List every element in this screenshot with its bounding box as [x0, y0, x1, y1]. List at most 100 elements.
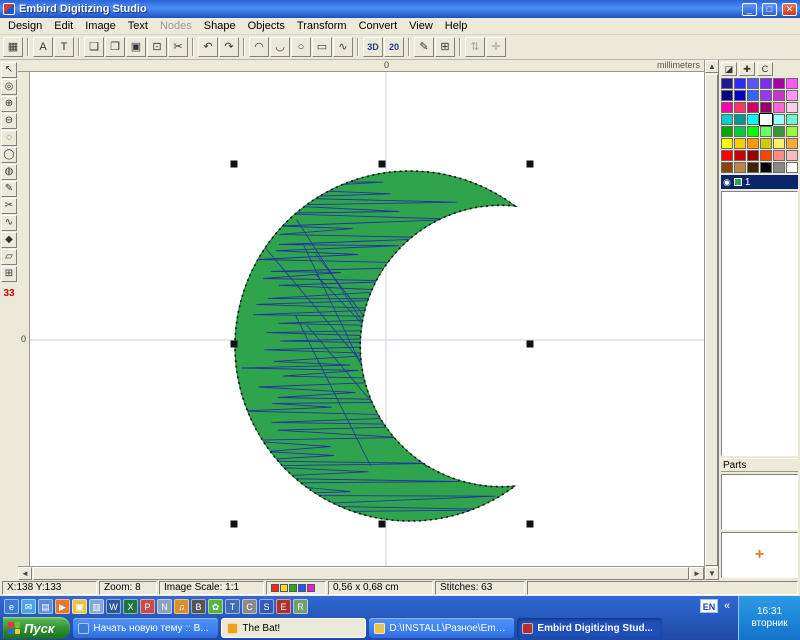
palette-color-5[interactable]: [786, 78, 798, 89]
lasso-tool[interactable]: ◌: [1, 130, 17, 146]
palette-color-26[interactable]: [747, 126, 759, 137]
palette-color-17[interactable]: [786, 102, 798, 113]
knife-tool[interactable]: ✂: [1, 198, 17, 214]
palette-color-28[interactable]: [773, 126, 785, 137]
palette-color-25[interactable]: [734, 126, 746, 137]
view-3d-button[interactable]: 3D: [363, 37, 383, 57]
task-button[interactable]: D:\INSTALL\Разное\Embird: [369, 618, 514, 638]
selection-handle[interactable]: [379, 161, 386, 168]
outlook-express-icon[interactable]: ✉: [21, 599, 36, 614]
palette-color-16[interactable]: [773, 102, 785, 113]
palette-color-22[interactable]: [773, 114, 785, 125]
color-catalog-button[interactable]: C: [757, 62, 773, 76]
stitch-view-button[interactable]: 20: [384, 37, 404, 57]
arc-up-button[interactable]: ◠: [249, 37, 269, 57]
selection-handle[interactable]: [231, 341, 238, 348]
palette-color-33[interactable]: [760, 138, 772, 149]
scroll-right-button[interactable]: ►: [690, 567, 704, 580]
palette-color-29[interactable]: [786, 126, 798, 137]
palette-color-36[interactable]: [721, 150, 733, 161]
palette-color-4[interactable]: [773, 78, 785, 89]
selection-handle[interactable]: [527, 161, 534, 168]
winamp-icon[interactable]: ♫: [174, 599, 189, 614]
palette-color-0[interactable]: [721, 78, 733, 89]
palette-color-39[interactable]: [760, 150, 772, 161]
palette-color-6[interactable]: [721, 90, 733, 101]
curve-tool[interactable]: ∿: [1, 215, 17, 231]
selection-handle[interactable]: [527, 341, 534, 348]
new-button[interactable]: ❏: [84, 37, 104, 57]
minimize-button[interactable]: _: [742, 3, 757, 16]
menu-transform[interactable]: Transform: [291, 19, 353, 33]
word-icon[interactable]: W: [106, 599, 121, 614]
palette-color-11[interactable]: [786, 90, 798, 101]
palette-color-32[interactable]: [747, 138, 759, 149]
menu-text[interactable]: Text: [122, 19, 154, 33]
node-tool[interactable]: ◆: [1, 232, 17, 248]
zoom-in-tool[interactable]: ⊕: [1, 96, 17, 112]
palette-color-30[interactable]: [721, 138, 733, 149]
horizontal-scrollbar[interactable]: ◄ ►: [18, 566, 704, 580]
palette-color-10[interactable]: [773, 90, 785, 101]
palette-color-20[interactable]: [747, 114, 759, 125]
menu-shape[interactable]: Shape: [198, 19, 242, 33]
palette-color-45[interactable]: [760, 162, 772, 173]
palette-color-35[interactable]: [786, 138, 798, 149]
task-button[interactable]: Embird Digitizing Stud...: [517, 618, 662, 638]
grid-button[interactable]: ⊞: [435, 37, 455, 57]
language-indicator[interactable]: EN: [700, 599, 718, 613]
start-button[interactable]: Пуск: [3, 617, 70, 639]
embird-icon[interactable]: E: [276, 599, 291, 614]
photoshop-icon[interactable]: S: [259, 599, 274, 614]
menu-convert[interactable]: Convert: [353, 19, 404, 33]
select-tool[interactable]: ↖: [1, 62, 17, 78]
scroll-up-button[interactable]: ▲: [705, 60, 719, 73]
palette-color-42[interactable]: [721, 162, 733, 173]
arc-down-button[interactable]: ◡: [270, 37, 290, 57]
palette-color-9[interactable]: [760, 90, 772, 101]
tray-chevron-button[interactable]: «: [720, 600, 734, 612]
menu-help[interactable]: Help: [439, 19, 474, 33]
curve-button[interactable]: ∿: [333, 37, 353, 57]
palette-color-18[interactable]: [721, 114, 733, 125]
menu-objects[interactable]: Objects: [242, 19, 291, 33]
parts-list[interactable]: [721, 474, 798, 530]
palette-color-40[interactable]: [773, 150, 785, 161]
palette-color-44[interactable]: [747, 162, 759, 173]
object-list-row[interactable]: ◉ 1: [721, 175, 798, 189]
palette-color-31[interactable]: [734, 138, 746, 149]
excel-icon[interactable]: X: [123, 599, 138, 614]
palette-color-21[interactable]: [760, 114, 772, 125]
palette-color-38[interactable]: [747, 150, 759, 161]
edit-button[interactable]: ✎: [414, 37, 434, 57]
menu-design[interactable]: Design: [2, 19, 48, 33]
redo-button[interactable]: ↷: [219, 37, 239, 57]
palette-color-27[interactable]: [760, 126, 772, 137]
scroll-down-button[interactable]: ▼: [705, 567, 719, 580]
palette-color-8[interactable]: [747, 90, 759, 101]
palette-color-19[interactable]: [734, 114, 746, 125]
palette-color-34[interactable]: [773, 138, 785, 149]
palette-color-14[interactable]: [747, 102, 759, 113]
palette-color-3[interactable]: [760, 78, 772, 89]
task-button[interactable]: Начать новую тему :: В...: [73, 618, 218, 638]
notepad-icon[interactable]: N: [157, 599, 172, 614]
draw-tool[interactable]: ✎: [1, 181, 17, 197]
menu-view[interactable]: View: [403, 19, 439, 33]
selection-handle[interactable]: [527, 521, 534, 528]
save-button[interactable]: ▣: [126, 37, 146, 57]
shape-tool[interactable]: ▱: [1, 249, 17, 265]
design-canvas[interactable]: [30, 72, 704, 566]
selection-handle[interactable]: [379, 521, 386, 528]
design-grid-button[interactable]: ▦: [3, 37, 23, 57]
my-documents-icon[interactable]: ▣: [72, 599, 87, 614]
internet-explorer-icon[interactable]: e: [4, 599, 19, 614]
palette-color-2[interactable]: [747, 78, 759, 89]
selection-handle[interactable]: [231, 161, 238, 168]
menu-image[interactable]: Image: [79, 19, 122, 33]
the-bat-icon[interactable]: B: [191, 599, 206, 614]
copy-button[interactable]: ⊡: [147, 37, 167, 57]
zoom-out-tool[interactable]: ⊖: [1, 113, 17, 129]
close-button[interactable]: ✕: [782, 3, 797, 16]
my-computer-icon[interactable]: ▥: [89, 599, 104, 614]
